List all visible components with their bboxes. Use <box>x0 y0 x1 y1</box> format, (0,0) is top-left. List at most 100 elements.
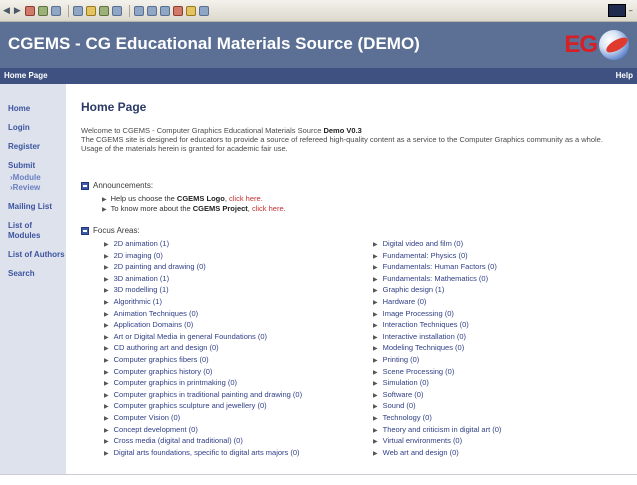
edit-icon[interactable] <box>159 5 170 16</box>
focus-area-label[interactable]: Art or Digital Media in general Foundati… <box>114 332 267 341</box>
focus-area-label[interactable]: Interaction Techniques (0) <box>383 320 469 329</box>
research-icon[interactable] <box>198 5 209 16</box>
focus-area-link[interactable]: ▶ Theory and criticism in digital art (0) <box>373 425 501 437</box>
focus-area-link[interactable]: ▶ Application Domains (0) <box>104 320 302 332</box>
focus-area-label[interactable]: Theory and criticism in digital art (0) <box>383 425 502 434</box>
focus-area-label[interactable]: Fundamentals: Human Factors (0) <box>383 262 497 271</box>
focus-area-label[interactable]: 2D animation (1) <box>114 239 169 248</box>
focus-area-label[interactable]: Application Domains (0) <box>114 320 194 329</box>
focus-area-label[interactable]: Concept development (0) <box>114 425 198 434</box>
sidebar-item-submit-review[interactable]: ›Review <box>0 183 66 193</box>
sidebar-item-list-of-modules[interactable]: List of Modules <box>0 221 66 241</box>
focus-area-label[interactable]: Computer graphics sculpture and jeweller… <box>114 401 267 410</box>
sidebar-item-submit-module[interactable]: ›Module <box>0 173 66 183</box>
nav-help-link[interactable]: Help <box>616 71 633 80</box>
focus-area-label[interactable]: Interactive installation (0) <box>383 332 466 341</box>
focus-area-label[interactable]: Computer graphics in traditional paintin… <box>114 390 302 399</box>
focus-area-label[interactable]: Animation Techniques (0) <box>114 309 199 318</box>
print-icon[interactable] <box>146 5 157 16</box>
messenger-icon[interactable] <box>185 5 196 16</box>
announcement-link[interactable]: click here. <box>252 204 286 213</box>
focus-area-link[interactable]: ▶ Technology (0) <box>373 413 501 425</box>
focus-area-link[interactable]: ▶ Computer graphics sculpture and jewelle… <box>104 401 302 413</box>
sidebar-item-register[interactable]: Register <box>0 142 66 152</box>
focus-area-link[interactable]: ▶ 3D modelling (1) <box>104 285 302 297</box>
focus-area-link[interactable]: ▶ Fundamental: Physics (0) <box>373 251 501 263</box>
media-icon[interactable] <box>98 5 109 16</box>
focus-area-link[interactable]: ▶ 2D animation (1) <box>104 239 302 251</box>
focus-area-link[interactable]: ▶ Printing (0) <box>373 355 501 367</box>
forward-icon[interactable]: ▶ <box>14 6 21 16</box>
focus-area-link[interactable]: ▶ Modeling Techniques (0) <box>373 343 501 355</box>
focus-area-label[interactable]: Web art and design (0) <box>383 448 459 457</box>
focus-area-label[interactable]: Computer graphics in printmaking (0) <box>114 378 237 387</box>
favorites-icon[interactable] <box>85 5 96 16</box>
focus-area-link[interactable]: ▶ Digital video and film (0) <box>373 239 501 251</box>
focus-area-link[interactable]: ▶ Web art and design (0) <box>373 448 501 460</box>
stop-icon[interactable] <box>24 5 35 16</box>
focus-area-label[interactable]: Computer graphics fibers (0) <box>114 355 209 364</box>
focus-area-link[interactable]: ▶ Animation Techniques (0) <box>104 309 302 321</box>
focus-area-label[interactable]: Computer Vision (0) <box>114 413 181 422</box>
sidebar-item-submit[interactable]: Submit <box>0 161 66 171</box>
focus-area-label[interactable]: Graphic design (1) <box>383 285 445 294</box>
focus-area-link[interactable]: ▶ Computer graphics history (0) <box>104 367 302 379</box>
focus-area-label[interactable]: 2D imaging (0) <box>114 251 163 260</box>
focus-area-label[interactable]: Cross media (digital and traditional) (0… <box>114 436 243 445</box>
focus-area-label[interactable]: Fundamental: Physics (0) <box>383 251 468 260</box>
minimize-icon[interactable]: – <box>629 6 634 16</box>
focus-area-link[interactable]: ▶ Cross media (digital and traditional) (… <box>104 436 302 448</box>
focus-area-label[interactable]: 3D modelling (1) <box>114 285 169 294</box>
nav-home-link[interactable]: Home Page <box>4 71 48 80</box>
history-icon[interactable] <box>111 5 122 16</box>
focus-area-link[interactable]: ▶ Fundamentals: Mathematics (0) <box>373 274 501 286</box>
focus-area-link[interactable]: ▶ Computer graphics in printmaking (0) <box>104 378 302 390</box>
focus-area-link[interactable]: ▶ Graphic design (1) <box>373 285 501 297</box>
focus-area-link[interactable]: ▶ Digital arts foundations, specific to d… <box>104 448 302 460</box>
sidebar-item-login[interactable]: Login <box>0 123 66 133</box>
sidebar-item-search[interactable]: Search <box>0 269 66 279</box>
focus-area-label[interactable]: Digital video and film (0) <box>383 239 463 248</box>
search-icon[interactable] <box>72 5 83 16</box>
focus-area-label[interactable]: Simulation (0) <box>383 378 429 387</box>
sidebar-item-mailing-list[interactable]: Mailing List <box>0 202 66 212</box>
focus-area-link[interactable]: ▶ Image Processing (0) <box>373 309 501 321</box>
focus-area-link[interactable]: ▶ Computer graphics in traditional painti… <box>104 390 302 402</box>
focus-area-label[interactable]: Algorithmic (1) <box>114 297 162 306</box>
focus-area-label[interactable]: Sound (0) <box>383 401 416 410</box>
focus-area-label[interactable]: Technology (0) <box>383 413 432 422</box>
focus-area-link[interactable]: ▶ Interactive installation (0) <box>373 332 501 344</box>
focus-area-label[interactable]: Image Processing (0) <box>383 309 454 318</box>
focus-area-link[interactable]: ▶ 2D painting and drawing (0) <box>104 262 302 274</box>
focus-area-label[interactable]: 3D animation (1) <box>114 274 169 283</box>
mail-icon[interactable] <box>133 5 144 16</box>
focus-area-label[interactable]: Virtual environments (0) <box>383 436 462 445</box>
home-icon[interactable] <box>50 5 61 16</box>
focus-area-label[interactable]: Modeling Techniques (0) <box>383 343 465 352</box>
focus-area-label[interactable]: CD authoring art and design (0) <box>114 343 219 352</box>
focus-area-link[interactable]: ▶ Simulation (0) <box>373 378 501 390</box>
focus-area-label[interactable]: Digital arts foundations, specific to di… <box>114 448 300 457</box>
focus-area-label[interactable]: Hardware (0) <box>383 297 427 306</box>
focus-area-label[interactable]: Printing (0) <box>383 355 420 364</box>
focus-area-label[interactable]: Software (0) <box>383 390 424 399</box>
focus-area-link[interactable]: ▶ Computer graphics fibers (0) <box>104 355 302 367</box>
focus-area-link[interactable]: ▶ CD authoring art and design (0) <box>104 343 302 355</box>
announcement-link[interactable]: click here. <box>229 194 263 203</box>
focus-area-label[interactable]: Computer graphics history (0) <box>114 367 213 376</box>
focus-area-link[interactable]: ▶ Interaction Techniques (0) <box>373 320 501 332</box>
focus-area-link[interactable]: ▶ 2D imaging (0) <box>104 251 302 263</box>
focus-area-link[interactable]: ▶ Hardware (0) <box>373 297 501 309</box>
focus-area-link[interactable]: ▶ Computer Vision (0) <box>104 413 302 425</box>
focus-area-link[interactable]: ▶ Art or Digital Media in general Foundat… <box>104 332 302 344</box>
focus-area-link[interactable]: ▶ Fundamentals: Human Factors (0) <box>373 262 501 274</box>
focus-area-link[interactable]: ▶ 3D animation (1) <box>104 274 302 286</box>
discuss-icon[interactable] <box>172 5 183 16</box>
focus-area-link[interactable]: ▶ Concept development (0) <box>104 425 302 437</box>
focus-area-label[interactable]: Scene Processing (0) <box>383 367 455 376</box>
focus-area-link[interactable]: ▶ Scene Processing (0) <box>373 367 501 379</box>
sidebar-item-home[interactable]: Home <box>0 104 66 114</box>
focus-area-link[interactable]: ▶ Software (0) <box>373 390 501 402</box>
focus-area-link[interactable]: ▶ Algorithmic (1) <box>104 297 302 309</box>
focus-area-label[interactable]: Fundamentals: Mathematics (0) <box>383 274 488 283</box>
